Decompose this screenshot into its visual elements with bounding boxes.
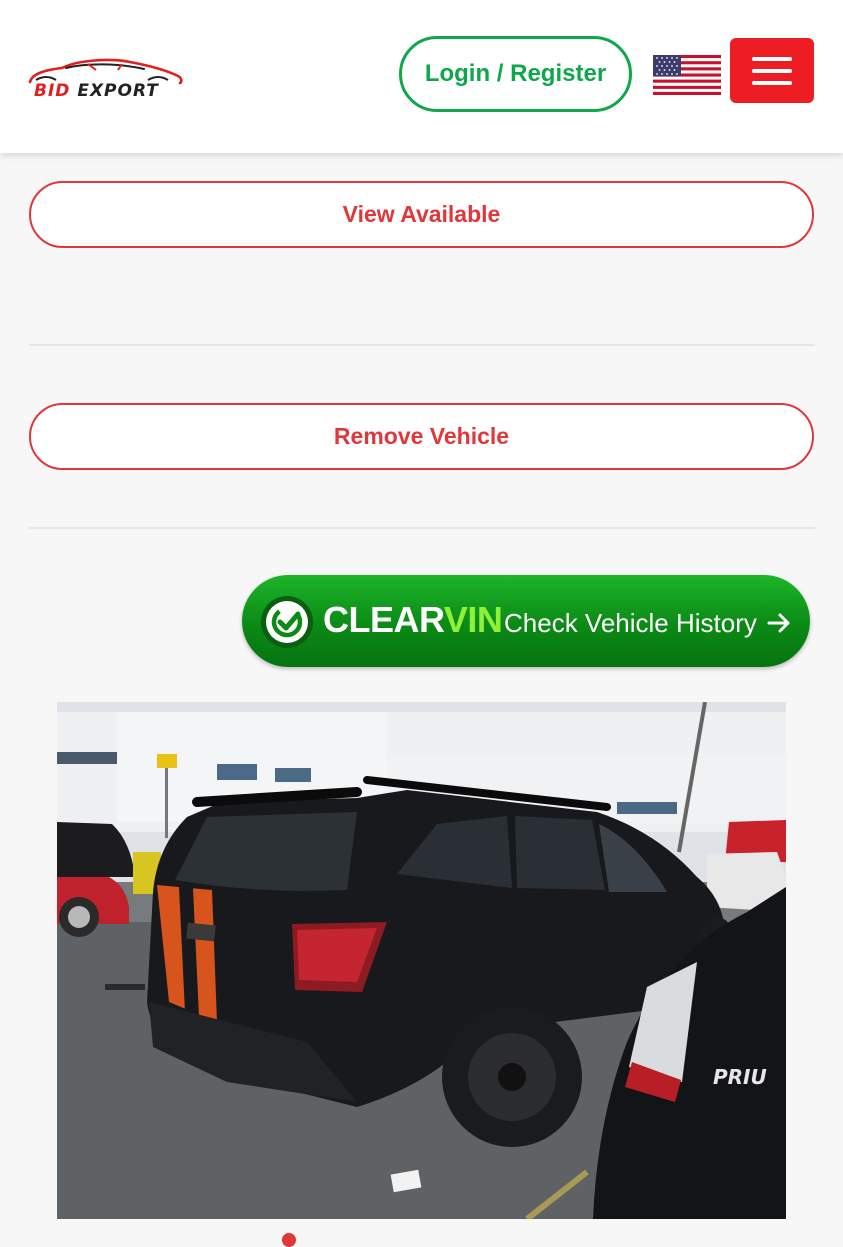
hamburger-menu-icon [752, 81, 792, 85]
check-circle-icon [261, 596, 313, 648]
clearvin-check-history-button[interactable]: CLEARVIN Check Vehicle History [242, 575, 810, 667]
logo-word-export: EXPORT [77, 81, 159, 101]
arrow-right-icon [767, 613, 790, 633]
us-flag-icon[interactable] [653, 55, 721, 95]
hamburger-menu-button[interactable] [730, 38, 814, 103]
section-divider [29, 527, 815, 529]
remove-vehicle-button[interactable]: Remove Vehicle [29, 403, 814, 470]
logo-wordmark: BID EXPORT [34, 81, 159, 101]
hamburger-menu-icon [752, 57, 792, 61]
site-header: BID EXPORT Login / Register [0, 0, 843, 153]
hamburger-menu-icon [752, 69, 792, 73]
carousel-indicator-dot[interactable] [282, 1233, 296, 1247]
logo-word-bid: BID [34, 81, 71, 101]
login-register-button[interactable]: Login / Register [399, 36, 632, 112]
clearvin-brand-clear: CLEAR [323, 599, 444, 640]
clearvin-tagline: Check Vehicle History [504, 608, 757, 638]
vehicle-photo-illustration: PRIU [57, 702, 786, 1219]
clearvin-brand-vin: VIN [443, 599, 503, 640]
vehicle-photo[interactable]: PRIU [57, 702, 786, 1219]
section-divider [29, 344, 815, 346]
bid-export-logo[interactable]: BID EXPORT [26, 56, 186, 104]
view-available-button[interactable]: View Available [29, 181, 814, 248]
prius-badge-text: PRIU [713, 1065, 767, 1089]
clearvin-brand: CLEARVIN [323, 599, 503, 641]
